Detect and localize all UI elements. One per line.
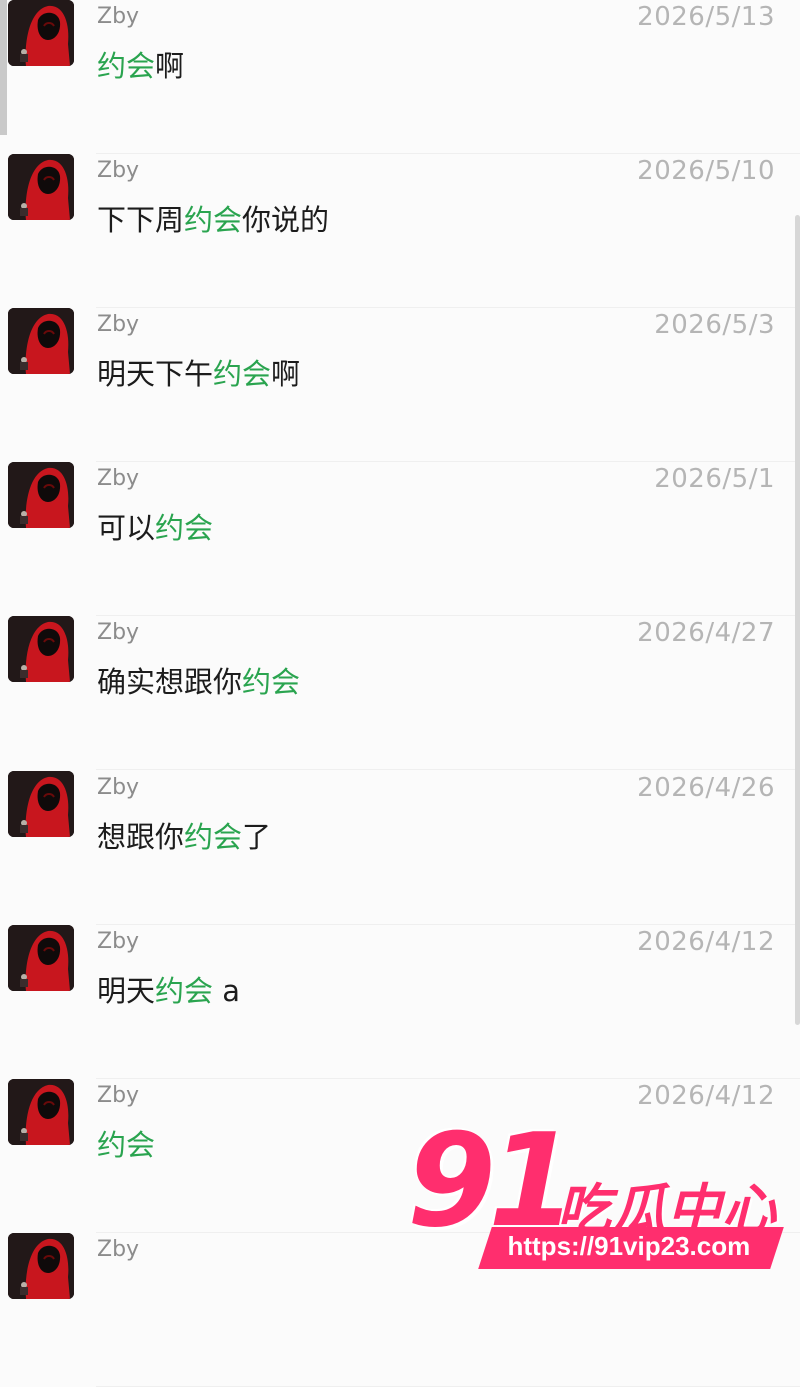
sender-name: Zby xyxy=(97,1237,140,1262)
highlighted-keyword: 约会 xyxy=(242,665,301,699)
sender-name: Zby xyxy=(97,620,140,645)
watermark: 91 吃瓜中心 https://91vip23.com xyxy=(405,1107,785,1280)
sender-name: Zby xyxy=(97,312,140,337)
sender-name: Zby xyxy=(97,158,140,183)
avatar-figure-icon xyxy=(8,1079,74,1145)
message-text-segment: 下下周 xyxy=(97,203,185,237)
avatar-figure-icon xyxy=(8,308,74,374)
watermark-url: https://91vip23.com xyxy=(507,1231,751,1261)
avatar[interactable] xyxy=(8,154,74,220)
message-date: 2026/5/13 xyxy=(637,2,775,32)
avatar[interactable] xyxy=(8,0,74,66)
message-text-segment: 了 xyxy=(242,820,272,854)
sender-name: Zby xyxy=(97,1083,140,1108)
message-text: 想跟你约会了 xyxy=(97,814,271,856)
sender-name: Zby xyxy=(97,775,140,800)
avatar[interactable] xyxy=(8,462,74,528)
avatar[interactable] xyxy=(8,771,74,837)
message-text-segment: a xyxy=(213,974,241,1008)
avatar-figure-icon xyxy=(8,154,74,220)
message-date: 2026/4/12 xyxy=(637,1081,775,1111)
message-text-segment: 啊 xyxy=(271,357,301,391)
message-result-row[interactable]: Zby 2026/4/26 想跟你约会了 xyxy=(0,771,800,925)
row-divider xyxy=(96,769,800,770)
message-date: 2026/4/27 xyxy=(637,618,775,648)
message-result-row[interactable]: Zby 2026/4/27 确实想跟你约会 xyxy=(0,616,800,770)
message-text: 明天约会 a xyxy=(97,968,240,1010)
avatar[interactable] xyxy=(8,1079,74,1145)
message-text-segment: 啊 xyxy=(155,49,185,83)
scrollbar[interactable] xyxy=(795,215,800,1025)
avatar-figure-icon xyxy=(8,1233,74,1299)
avatar-figure-icon xyxy=(8,462,74,528)
avatar[interactable] xyxy=(8,925,74,991)
message-text-segment: 确实想跟你 xyxy=(97,665,243,699)
message-text-segment: 你说的 xyxy=(242,203,330,237)
sender-name: Zby xyxy=(97,4,140,29)
message-date: 2026/5/3 xyxy=(654,310,775,340)
highlighted-keyword: 约会 xyxy=(184,820,243,854)
highlighted-keyword: 约会 xyxy=(184,203,243,237)
avatar-figure-icon xyxy=(8,616,74,682)
sender-name: Zby xyxy=(97,466,140,491)
avatar[interactable] xyxy=(8,1233,74,1299)
message-text: 明天下午约会啊 xyxy=(97,351,300,393)
sender-name: Zby xyxy=(97,929,140,954)
message-date: 2026/5/1 xyxy=(654,464,775,494)
message-date: 2026/4/26 xyxy=(637,773,775,803)
message-text: 下下周约会你说的 xyxy=(97,197,329,239)
avatar-figure-icon xyxy=(8,0,74,66)
message-result-row[interactable]: Zby 2026/5/1 可以约会 xyxy=(0,462,800,616)
message-text-segment: 明天下午 xyxy=(97,357,214,391)
avatar-figure-icon xyxy=(8,925,74,991)
message-result-row[interactable]: Zby 2026/5/3 明天下午约会啊 xyxy=(0,308,800,462)
message-text-segment: 可以 xyxy=(97,511,156,545)
highlighted-keyword: 约会 xyxy=(155,974,214,1008)
message-result-row[interactable]: Zby 2026/4/12 明天约会 a xyxy=(0,925,800,1079)
highlighted-keyword: 约会 xyxy=(97,49,156,83)
message-text: 确实想跟你约会 xyxy=(97,659,300,701)
message-text-segment: 明天 xyxy=(97,974,156,1008)
message-text: 约会啊 xyxy=(97,43,184,85)
highlighted-keyword: 约会 xyxy=(213,357,272,391)
highlighted-keyword: 约会 xyxy=(155,511,214,545)
message-date: 2026/5/10 xyxy=(637,156,775,186)
message-date: 2026/4/12 xyxy=(637,927,775,957)
avatar-figure-icon xyxy=(8,771,74,837)
avatar[interactable] xyxy=(8,616,74,682)
message-text-segment: 想跟你 xyxy=(97,820,185,854)
watermark-url-banner: https://91vip23.com xyxy=(478,1227,784,1269)
avatar[interactable] xyxy=(8,308,74,374)
highlighted-keyword: 约会 xyxy=(97,1128,156,1162)
message-text: 可以约会 xyxy=(97,505,213,547)
message-result-row[interactable]: Zby 2026/5/13 约会啊 xyxy=(0,0,800,154)
message-text: 约会 xyxy=(97,1122,155,1164)
message-result-row[interactable]: Zby 2026/5/10 下下周约会你说的 xyxy=(0,154,800,308)
